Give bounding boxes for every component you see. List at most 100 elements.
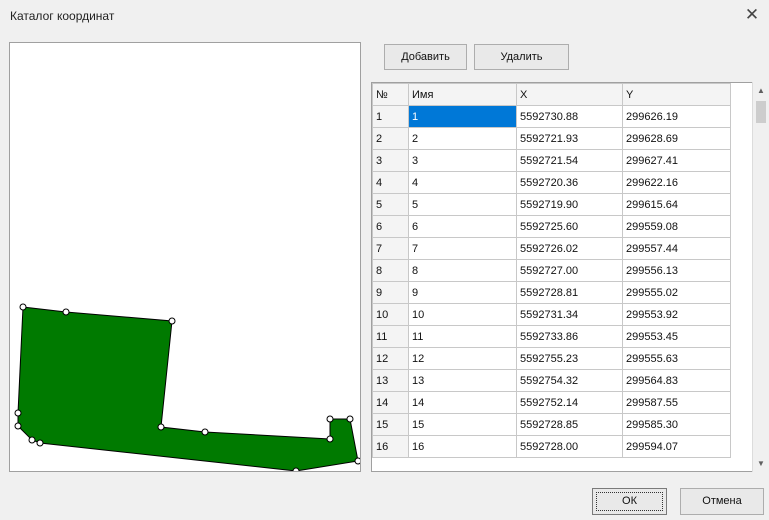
- table-row[interactable]: 5 5 5592719.90 299615.64: [372, 193, 731, 216]
- table-row[interactable]: 14 14 5592752.14 299587.55: [372, 391, 731, 414]
- row-number-cell[interactable]: 3: [372, 149, 409, 172]
- x-coordinate-cell[interactable]: 5592752.14: [516, 391, 623, 414]
- table-row[interactable]: 12 12 5592755.23 299555.63: [372, 347, 731, 370]
- y-coordinate-cell[interactable]: 299555.63: [622, 347, 731, 370]
- point-name-cell[interactable]: 1: [408, 105, 517, 128]
- vertex-marker[interactable]: [346, 415, 354, 423]
- column-header-name[interactable]: Имя: [408, 83, 517, 106]
- table-row[interactable]: 15 15 5592728.85 299585.30: [372, 413, 731, 436]
- row-number-cell[interactable]: 7: [372, 237, 409, 260]
- row-number-cell[interactable]: 13: [372, 369, 409, 392]
- point-name-cell[interactable]: 14: [408, 391, 517, 414]
- point-name-cell[interactable]: 13: [408, 369, 517, 392]
- table-row[interactable]: 11 11 5592733.86 299553.45: [372, 325, 731, 348]
- vertex-marker[interactable]: [292, 467, 300, 472]
- vertex-marker[interactable]: [201, 428, 209, 436]
- vertex-marker[interactable]: [326, 435, 334, 443]
- table-row[interactable]: 4 4 5592720.36 299622.16: [372, 171, 731, 194]
- table-row[interactable]: 16 16 5592728.00 299594.07: [372, 435, 731, 458]
- row-number-cell[interactable]: 4: [372, 171, 409, 194]
- x-coordinate-cell[interactable]: 5592754.32: [516, 369, 623, 392]
- table-row[interactable]: 9 9 5592728.81 299555.02: [372, 281, 731, 304]
- row-number-cell[interactable]: 2: [372, 127, 409, 150]
- row-number-cell[interactable]: 14: [372, 391, 409, 414]
- point-name-cell[interactable]: 7: [408, 237, 517, 260]
- point-name-cell[interactable]: 15: [408, 413, 517, 436]
- x-coordinate-cell[interactable]: 5592726.02: [516, 237, 623, 260]
- row-number-cell[interactable]: 12: [372, 347, 409, 370]
- row-number-cell[interactable]: 8: [372, 259, 409, 282]
- vertex-marker[interactable]: [14, 422, 22, 430]
- x-coordinate-cell[interactable]: 5592728.00: [516, 435, 623, 458]
- point-name-cell[interactable]: 11: [408, 325, 517, 348]
- vertex-marker[interactable]: [62, 308, 70, 316]
- x-coordinate-cell[interactable]: 5592728.85: [516, 413, 623, 436]
- table-row[interactable]: 2 2 5592721.93 299628.69: [372, 127, 731, 150]
- x-coordinate-cell[interactable]: 5592720.36: [516, 171, 623, 194]
- y-coordinate-cell[interactable]: 299585.30: [622, 413, 731, 436]
- cancel-button[interactable]: Отмена: [680, 488, 764, 515]
- point-name-cell[interactable]: 6: [408, 215, 517, 238]
- vertex-marker[interactable]: [157, 423, 165, 431]
- row-number-cell[interactable]: 11: [372, 325, 409, 348]
- y-coordinate-cell[interactable]: 299594.07: [622, 435, 731, 458]
- x-coordinate-cell[interactable]: 5592725.60: [516, 215, 623, 238]
- point-name-cell[interactable]: 2: [408, 127, 517, 150]
- table-row[interactable]: 1 1 5592730.88 299626.19: [372, 105, 731, 128]
- x-coordinate-cell[interactable]: 5592721.93: [516, 127, 623, 150]
- y-coordinate-cell[interactable]: 299615.64: [622, 193, 731, 216]
- x-coordinate-cell[interactable]: 5592719.90: [516, 193, 623, 216]
- column-header-number[interactable]: №: [372, 83, 409, 106]
- vertex-marker[interactable]: [28, 436, 36, 444]
- table-row[interactable]: 7 7 5592726.02 299557.44: [372, 237, 731, 260]
- chevron-down-icon[interactable]: ▼: [753, 455, 769, 472]
- x-coordinate-cell[interactable]: 5592730.88: [516, 105, 623, 128]
- x-coordinate-cell[interactable]: 5592731.34: [516, 303, 623, 326]
- y-coordinate-cell[interactable]: 299557.44: [622, 237, 731, 260]
- table-row[interactable]: 6 6 5592725.60 299559.08: [372, 215, 731, 238]
- y-coordinate-cell[interactable]: 299626.19: [622, 105, 731, 128]
- close-icon[interactable]: ✕: [741, 4, 763, 26]
- row-number-cell[interactable]: 10: [372, 303, 409, 326]
- y-coordinate-cell[interactable]: 299555.02: [622, 281, 731, 304]
- scroll-thumb[interactable]: [756, 101, 766, 123]
- y-coordinate-cell[interactable]: 299556.13: [622, 259, 731, 282]
- ok-button[interactable]: ОК: [592, 488, 667, 515]
- row-number-cell[interactable]: 16: [372, 435, 409, 458]
- x-coordinate-cell[interactable]: 5592727.00: [516, 259, 623, 282]
- point-name-cell[interactable]: 10: [408, 303, 517, 326]
- row-number-cell[interactable]: 5: [372, 193, 409, 216]
- add-button[interactable]: Добавить: [384, 44, 467, 70]
- x-coordinate-cell[interactable]: 5592728.81: [516, 281, 623, 304]
- x-coordinate-cell[interactable]: 5592721.54: [516, 149, 623, 172]
- point-name-cell[interactable]: 5: [408, 193, 517, 216]
- vertex-marker[interactable]: [326, 415, 334, 423]
- point-name-cell[interactable]: 4: [408, 171, 517, 194]
- table-row[interactable]: 13 13 5592754.32 299564.83: [372, 369, 731, 392]
- y-coordinate-cell[interactable]: 299628.69: [622, 127, 731, 150]
- y-coordinate-cell[interactable]: 299627.41: [622, 149, 731, 172]
- vertex-marker[interactable]: [354, 457, 361, 465]
- column-header-x[interactable]: X: [516, 83, 623, 106]
- x-coordinate-cell[interactable]: 5592755.23: [516, 347, 623, 370]
- delete-button[interactable]: Удалить: [474, 44, 569, 70]
- table-row[interactable]: 10 10 5592731.34 299553.92: [372, 303, 731, 326]
- point-name-cell[interactable]: 16: [408, 435, 517, 458]
- point-name-cell[interactable]: 3: [408, 149, 517, 172]
- point-name-cell[interactable]: 9: [408, 281, 517, 304]
- point-name-cell[interactable]: 8: [408, 259, 517, 282]
- vertex-marker[interactable]: [14, 409, 22, 417]
- y-coordinate-cell[interactable]: 299553.45: [622, 325, 731, 348]
- chevron-up-icon[interactable]: ▲: [753, 82, 769, 99]
- polygon-preview[interactable]: [9, 42, 361, 472]
- row-number-cell[interactable]: 9: [372, 281, 409, 304]
- y-coordinate-cell[interactable]: 299564.83: [622, 369, 731, 392]
- column-header-y[interactable]: Y: [622, 83, 731, 106]
- x-coordinate-cell[interactable]: 5592733.86: [516, 325, 623, 348]
- point-name-cell[interactable]: 12: [408, 347, 517, 370]
- coordinates-grid[interactable]: № Имя X Y 1 1 5592730.88 299626.19 2 2 5592721…: [371, 82, 753, 472]
- y-coordinate-cell[interactable]: 299559.08: [622, 215, 731, 238]
- row-number-cell[interactable]: 15: [372, 413, 409, 436]
- row-number-cell[interactable]: 6: [372, 215, 409, 238]
- y-coordinate-cell[interactable]: 299622.16: [622, 171, 731, 194]
